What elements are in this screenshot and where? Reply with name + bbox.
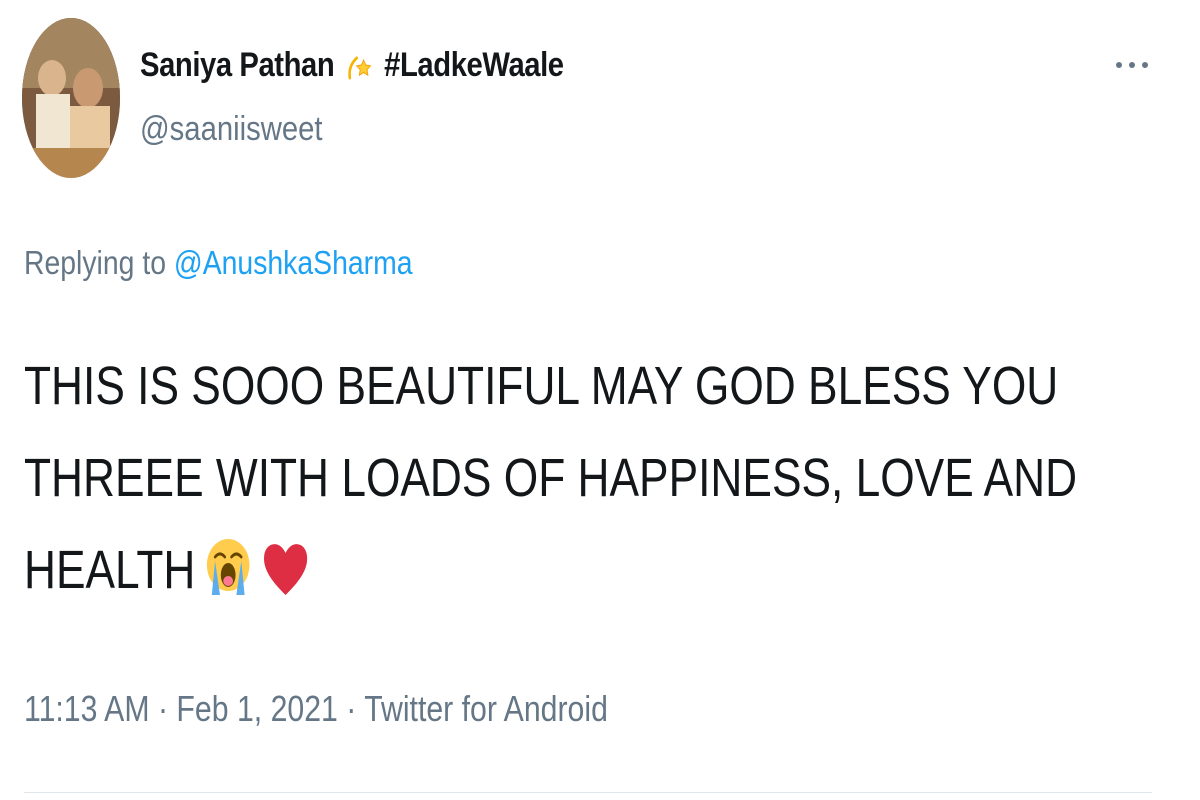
tweet-text-line: THREEE WITH LOADS OF HAPPINESS, LOVE AND [24, 448, 1078, 508]
tweet-source-link[interactable]: Twitter for Android [364, 688, 608, 729]
avatar[interactable] [22, 18, 120, 178]
reply-mention-link[interactable]: @AnushkaSharma [174, 244, 413, 281]
meta-separator: · [346, 688, 357, 729]
ellipsis-icon [1116, 62, 1148, 68]
tweet-text-fragment: HEALTH [24, 540, 196, 600]
tweet-text: THIS IS SOOO BEAUTIFUL MAY GOD BLESS YOU… [24, 340, 1078, 616]
tweet-date[interactable]: Feb 1, 2021 [176, 688, 337, 729]
meta-separator: · [157, 688, 169, 729]
dizzy-star-emoji-icon [345, 48, 376, 84]
tweet-text-line-last: HEALTH [24, 524, 967, 616]
replying-to-label: Replying to [24, 244, 166, 281]
profile-photo-icon [22, 18, 120, 178]
loudly-crying-face-emoji-icon [204, 535, 253, 601]
tweet-time[interactable]: 11:13 AM [24, 688, 150, 729]
display-name-text: Saniya Pathan [140, 46, 335, 84]
more-options-button[interactable] [1112, 50, 1152, 80]
tweet-meta: 11:13 AM · Feb 1, 2021 · Twitter for And… [24, 688, 608, 730]
replying-to: Replying to @AnushkaSharma [24, 244, 413, 282]
hashtag-text: #LadkeWaale [384, 46, 564, 84]
user-handle[interactable]: @saaniisweet [140, 110, 322, 149]
red-heart-emoji-icon [261, 535, 310, 601]
tweet-card: Saniya Pathan #LadkeWaale @saaniisweet R… [0, 0, 1200, 800]
divider [24, 792, 1152, 793]
tweet-text-line: THIS IS SOOO BEAUTIFUL MAY GOD BLESS YOU [24, 356, 1059, 416]
user-display-name[interactable]: Saniya Pathan #LadkeWaale [140, 46, 564, 85]
